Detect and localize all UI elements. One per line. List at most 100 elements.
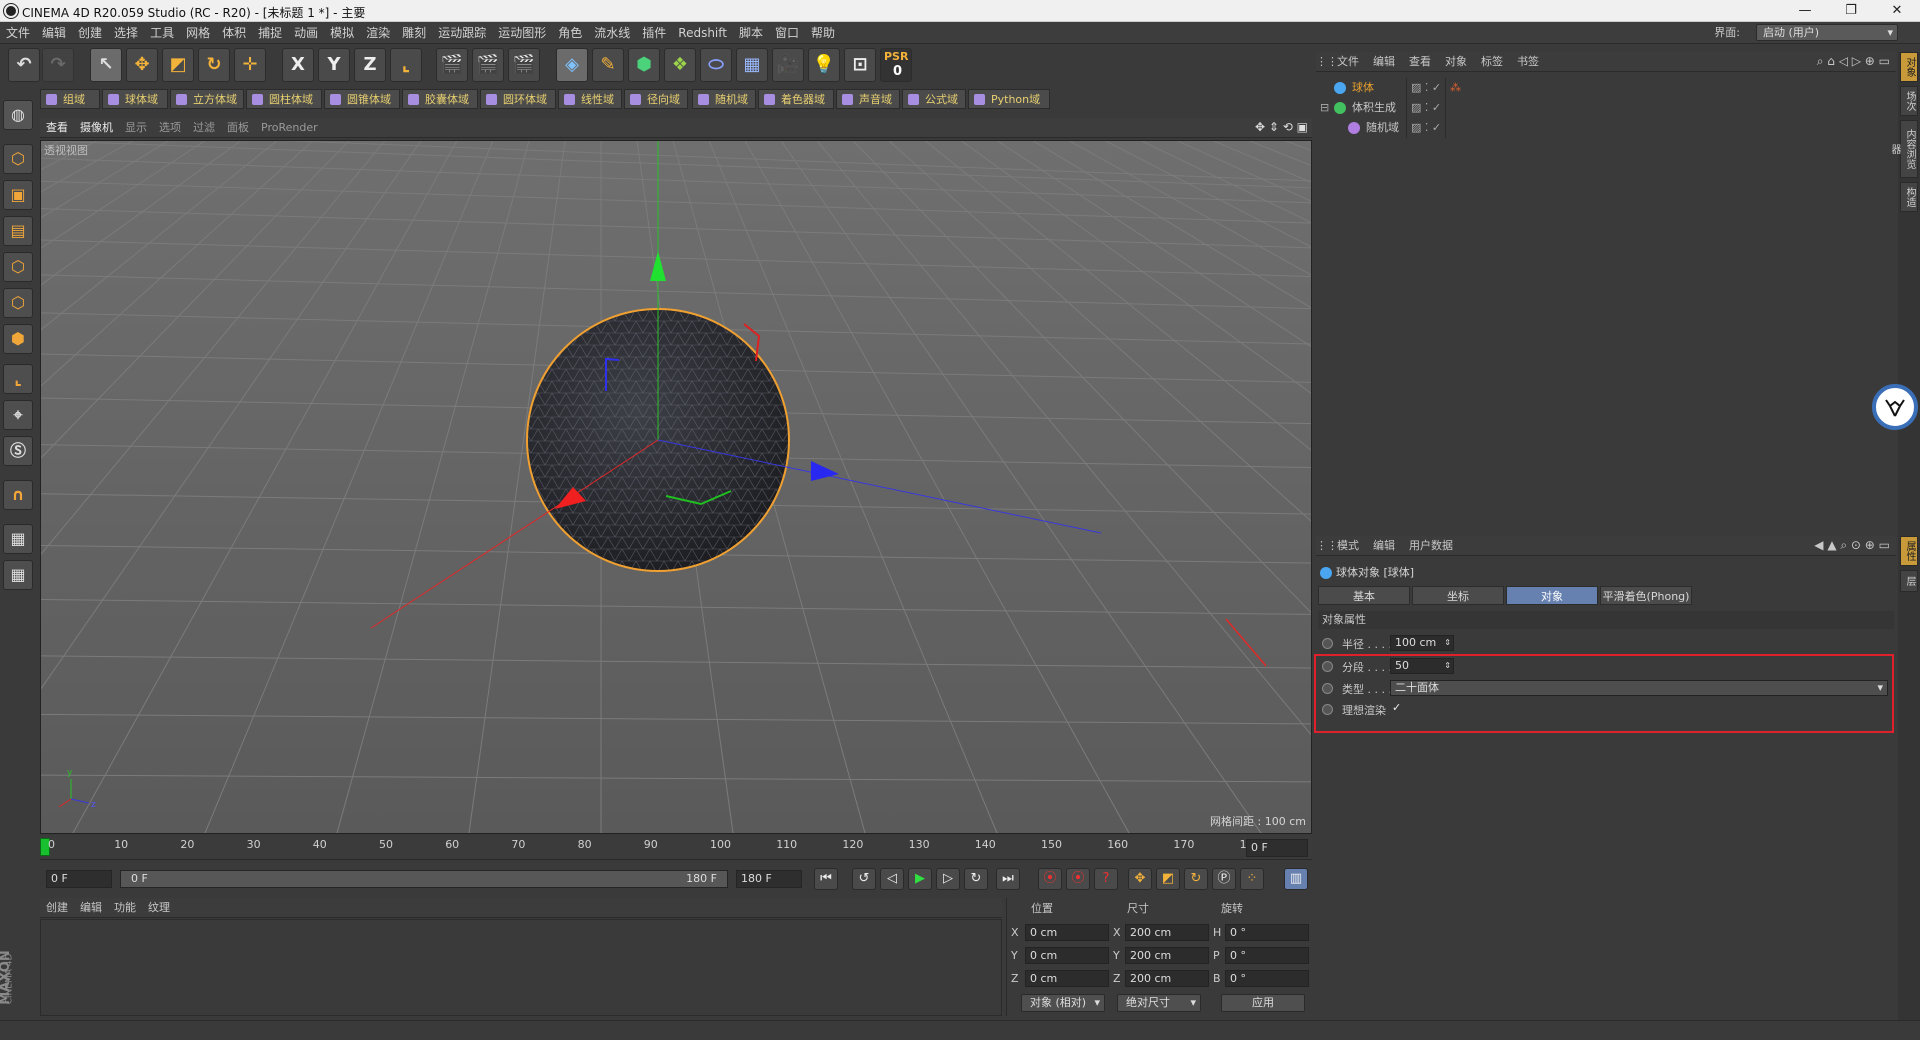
rotation-b-field[interactable]: 0 ° [1225,970,1309,987]
field-python[interactable]: Python域 [968,89,1050,109]
object-manager[interactable]: 球体 ▨ ⁚ ✓ ⁂ ⊟ 体积生成 ▨ ⁚ ✓ 随机域 ▨ ⁚ ✓ [1316,76,1896,524]
floor-button[interactable]: ▦ [736,48,768,82]
menu-create[interactable]: 创建 [72,22,108,44]
side-tab-objects[interactable]: 对象 [1900,52,1918,82]
record-button[interactable]: ⦿ [1038,868,1062,890]
timeline-window-button[interactable]: ▥ [1284,868,1308,890]
stepper-icon[interactable]: ⇕ [1444,636,1451,650]
viewport-menu-cameras[interactable]: 摄像机 [74,118,119,138]
om-menu-object[interactable]: 对象 [1438,52,1474,72]
menu-motion-tracking[interactable]: 运动跟踪 [432,22,492,44]
field-capsule[interactable]: 胶囊体域 [402,89,478,109]
coord-mode-select[interactable]: 对象 (相对) ▾ [1021,994,1105,1012]
side-tab-content-browser[interactable]: 内容浏览器 [1889,120,1918,178]
side-tab-attributes[interactable]: 属性 [1900,536,1918,566]
undo-button[interactable]: ↶ [8,48,40,82]
field-sound[interactable]: 声音域 [836,89,900,109]
keyframe-selection-button[interactable]: ? [1094,868,1118,890]
am-menu-user-data[interactable]: 用户数据 [1402,536,1460,556]
material-menu-function[interactable]: 功能 [108,898,142,918]
menu-edit[interactable]: 编辑 [36,22,72,44]
material-menu-create[interactable]: 创建 [40,898,74,918]
y-axis-button[interactable]: Y [318,48,350,82]
next-key-button[interactable]: ↻ [964,868,988,890]
am-menu-edit[interactable]: 编辑 [1366,536,1402,556]
position-x-field[interactable]: 0 cm [1025,924,1109,941]
object-row-sphere[interactable]: 球体 ▨ ⁚ ✓ ⁂ [1316,78,1896,98]
field-torus[interactable]: 圆环体域 [480,89,556,109]
om-menu-file[interactable]: 文件 [1330,52,1366,72]
render-picture-viewer-button[interactable]: 🎬 [472,48,504,82]
tab-coord[interactable]: 坐标 [1412,586,1504,605]
pen-spline-button[interactable]: ✎ [592,48,624,82]
menu-tools[interactable]: 工具 [144,22,180,44]
menu-character[interactable]: 角色 [552,22,588,44]
field-cube[interactable]: 立方体域 [170,89,244,109]
rotation-p-field[interactable]: 0 ° [1225,947,1309,964]
visibility-toggle[interactable]: ▨ ⁚ ✓ [1406,98,1446,118]
coordinate-system-button[interactable]: ⌞ [390,48,422,82]
light-button[interactable]: 💡 [808,48,840,82]
apply-button[interactable]: 应用 [1221,994,1305,1012]
viewport-menu-options[interactable]: 选项 [153,118,187,138]
last-tool-button[interactable]: ✛ [234,48,266,82]
prev-key-button[interactable]: ↺ [852,868,876,890]
render-view-button[interactable]: 🎬 [436,48,468,82]
points-mode-button[interactable]: ⬡ [3,252,33,282]
tab-phong[interactable]: 平滑着色(Phong) [1600,586,1692,605]
scale-tool-button[interactable]: ◩ [162,48,194,82]
xpresso-button[interactable]: ⊡ [844,48,876,82]
polygons-mode-button[interactable]: ⬢ [3,324,33,354]
menu-sculpt[interactable]: 雕刻 [396,22,432,44]
field-cylinder[interactable]: 圆柱体域 [246,89,322,109]
size-mode-select[interactable]: 绝对尺寸 ▾ [1117,994,1201,1012]
material-manager[interactable] [40,919,1002,1016]
size-y-field[interactable]: 200 cm [1125,947,1209,964]
object-row-random-field[interactable]: 随机域 ▨ ⁚ ✓ [1316,118,1896,138]
edges-mode-button[interactable]: ⬡ [3,288,33,318]
move-tool-button[interactable]: ✥ [126,48,158,82]
field-cone[interactable]: 圆锥体域 [324,89,400,109]
tag-icon[interactable]: ⁂ [1450,78,1461,98]
position-y-field[interactable]: 0 cm [1025,947,1109,964]
object-row-volume-builder[interactable]: ⊟ 体积生成 ▨ ⁚ ✓ [1316,98,1896,118]
visibility-toggle[interactable]: ▨ ⁚ ✓ [1406,118,1446,138]
solo-button[interactable]: Ⓢ [3,436,33,466]
am-nav-icons[interactable]: ◀ ▲ ⌕ ⊙ ⊕ ▭ [1814,538,1890,553]
viewport[interactable]: y z [40,140,1312,834]
next-frame-button[interactable]: ▷ [936,868,960,890]
lock-workplane-button[interactable]: ▦ [3,524,33,554]
field-random[interactable]: 随机域 [692,89,756,109]
texture-mode-button[interactable]: ▣ [3,180,33,210]
am-menu-mode[interactable]: 模式 [1330,536,1366,556]
planar-workplane-button[interactable]: ▦ [3,560,33,590]
close-button[interactable]: ✕ [1874,0,1920,22]
cube-object-button[interactable]: ◈ [556,48,588,82]
side-tab-structure[interactable]: 构造 [1900,182,1918,212]
minimize-button[interactable]: — [1782,0,1828,22]
menu-mograph[interactable]: 运动图形 [492,22,552,44]
deformer-button[interactable]: ⬭ [700,48,732,82]
play-button[interactable]: ▶ [908,868,932,890]
psr-button[interactable]: PSR 0 [880,48,912,82]
collapse-icon[interactable]: ⊟ [1320,98,1329,118]
tab-basic[interactable]: 基本 [1318,586,1410,605]
tweak-mode-button[interactable]: ⌖ [3,400,33,430]
make-editable-button[interactable]: ◍ [3,100,33,130]
axis-mode-button[interactable]: ⌞ [3,364,33,394]
radius-field[interactable]: 100 cm ⇕ [1390,635,1454,651]
array-button[interactable]: ❖ [664,48,696,82]
menu-help[interactable]: 帮助 [805,22,841,44]
select-tool-button[interactable]: ↖ [90,48,122,82]
menu-snap[interactable]: 捕捉 [252,22,288,44]
auto-key-button[interactable]: ⦿ [1066,868,1090,890]
om-tool-icons[interactable]: ⌕ ⌂ ◁ ▷ ⊕ ▭ [1817,54,1890,69]
menu-file[interactable]: 文件 [0,22,36,44]
maximize-button[interactable]: ❐ [1828,0,1874,22]
go-to-end-button[interactable]: ⏭ [996,868,1020,890]
menu-volume[interactable]: 体积 [216,22,252,44]
field-linear[interactable]: 线性域 [558,89,622,109]
visibility-toggle[interactable]: ▨ ⁚ ✓ [1406,78,1446,98]
field-sphere[interactable]: 球体域 [102,89,168,109]
key-rotation-button[interactable]: ↻ [1184,868,1208,890]
